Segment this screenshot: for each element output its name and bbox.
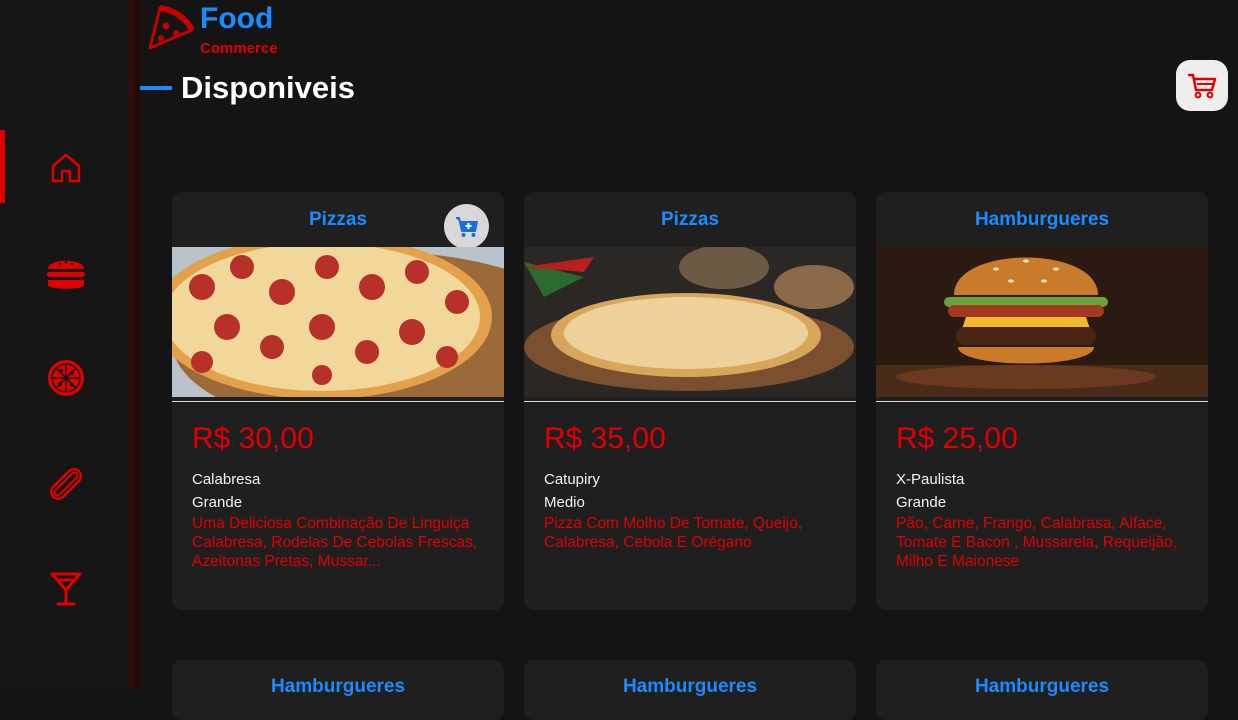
product-price: R$ 25,00 — [896, 422, 1018, 455]
product-name: X-Paulista — [896, 471, 965, 488]
nav-home[interactable] — [40, 142, 92, 194]
section-title: Disponiveis — [181, 70, 355, 105]
product-card[interactable]: Pizzas R$ 35,00 Catupiry Medio Pizza Com… — [524, 192, 856, 610]
nav-burgers[interactable] — [40, 248, 92, 300]
product-size: Grande — [192, 494, 243, 511]
product-description: Uma Deliciosa Combinação De Linguiça Cal… — [192, 515, 478, 570]
product-category: Pizzas — [660, 209, 720, 230]
card-divider — [524, 401, 856, 402]
hotdog-icon — [49, 467, 83, 501]
cart-button[interactable] — [1176, 60, 1228, 111]
heading-dash — [140, 86, 172, 90]
product-category: Hamburgueres — [270, 676, 406, 697]
product-category: Hamburgueres — [974, 676, 1110, 697]
brand-title: Food — [200, 2, 274, 35]
product-name: Catupiry — [544, 471, 600, 488]
product-image — [172, 247, 504, 397]
card-divider — [172, 401, 504, 402]
product-size: Medio — [544, 494, 585, 511]
nav-drinks[interactable] — [40, 562, 92, 614]
product-category: Hamburgueres — [622, 676, 758, 697]
section-heading: Disponiveis — [140, 70, 355, 106]
product-card[interactable]: Hamburgueres R$ 25,00 X-Paulista Grande … — [876, 192, 1208, 610]
pizza-icon — [48, 360, 84, 396]
burger-icon — [47, 260, 85, 289]
add-to-cart-button[interactable] — [444, 204, 489, 249]
brand-subtitle: Commerce — [200, 40, 278, 57]
product-image — [876, 247, 1208, 397]
card-divider — [876, 401, 1208, 402]
product-card[interactable]: Pizzas R$ 30,00 Calabresa Grande Uma Del… — [172, 192, 504, 610]
nav-hotdogs[interactable] — [40, 458, 92, 510]
home-icon — [51, 153, 81, 183]
product-price: R$ 30,00 — [192, 422, 314, 455]
product-name: Calabresa — [192, 471, 261, 488]
product-image — [524, 247, 856, 397]
product-size: Grande — [896, 494, 947, 511]
product-card[interactable]: Hamburgueres — [172, 660, 504, 720]
pizza-slice-logo-icon — [148, 5, 195, 50]
product-category: Hamburgueres — [974, 209, 1110, 230]
product-description: Pão, Carne, Frango, Calabrasa, Alface, T… — [896, 515, 1177, 570]
product-price: R$ 35,00 — [544, 422, 666, 455]
product-card[interactable]: Hamburgueres — [876, 660, 1208, 720]
product-card[interactable]: Hamburgueres — [524, 660, 856, 720]
add-cart-icon — [455, 216, 478, 237]
active-nav-indicator — [0, 130, 5, 203]
cart-icon — [1187, 73, 1217, 98]
product-description: Pizza Com Molho De Tomate, Queijo, Calab… — [544, 515, 803, 551]
cocktail-icon — [50, 572, 82, 606]
nav-pizzas[interactable] — [40, 352, 92, 404]
